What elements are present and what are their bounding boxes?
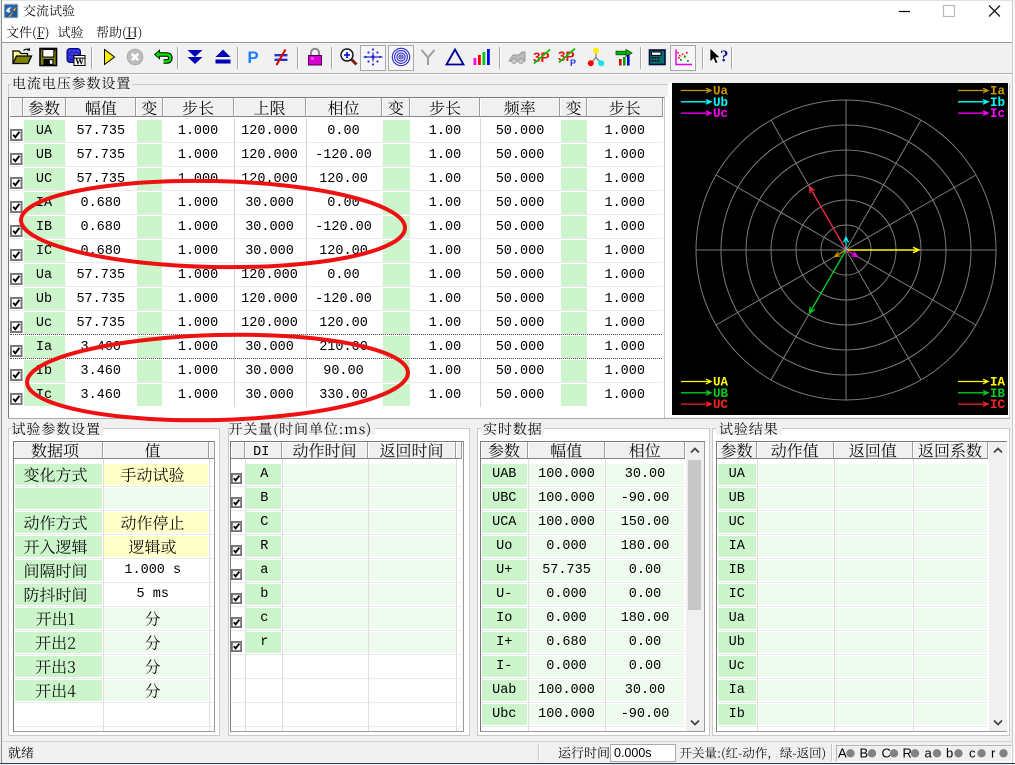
svg-text:Ic: Ic — [990, 107, 1005, 121]
svg-text:Uc: Uc — [713, 107, 728, 121]
svg-text:P: P — [570, 58, 576, 68]
svg-text:P: P — [247, 48, 258, 67]
svg-text:UC: UC — [713, 398, 729, 412]
svg-text:IC: IC — [990, 398, 1006, 412]
svg-text:W: W — [75, 57, 84, 67]
svg-text:?: ? — [720, 47, 728, 66]
